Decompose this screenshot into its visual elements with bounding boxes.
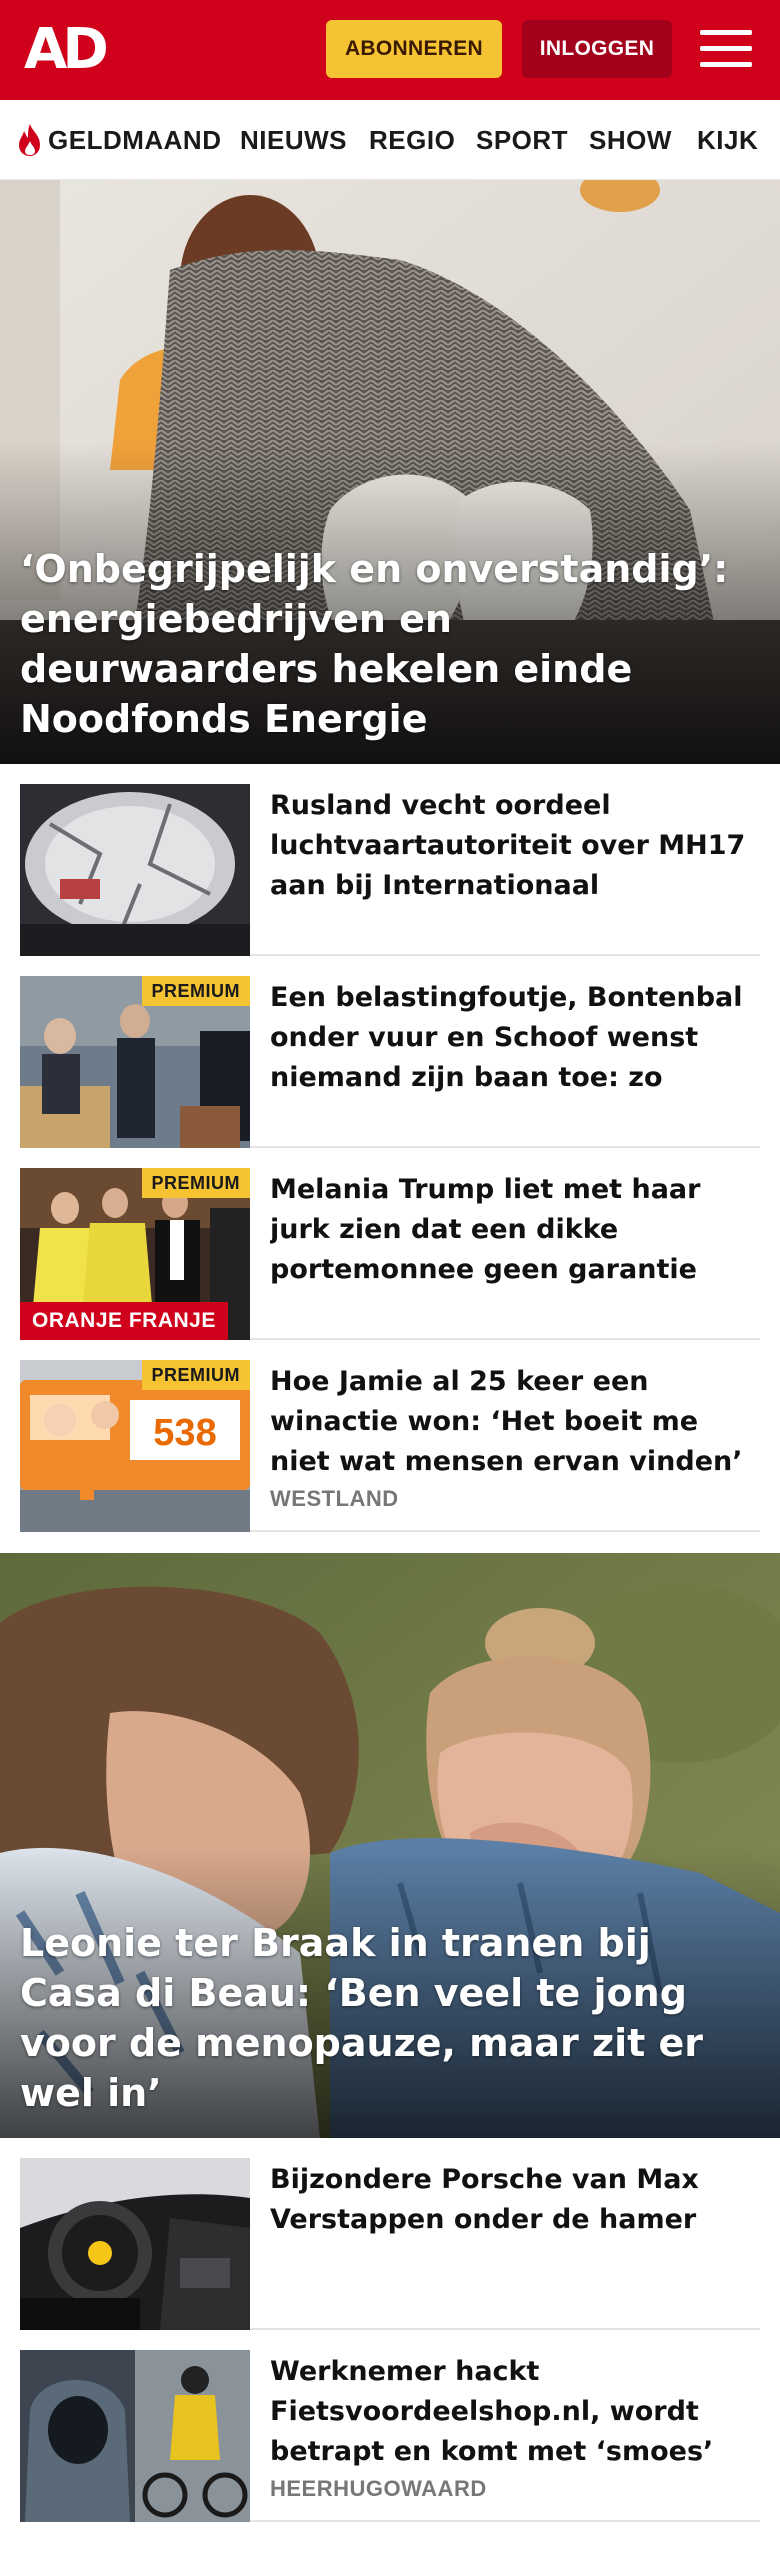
- thumbnail-hacker-cyclist: [20, 2350, 250, 2522]
- list-item[interactable]: PREMIUM Een belastingfoutje, Bontenbal o…: [20, 976, 760, 1148]
- thumbnail-radio-bus: 538 PREMIUM: [20, 1360, 250, 1532]
- nav-item-geldmaand[interactable]: GELDMAAND: [16, 100, 222, 179]
- bus-number-text: 538: [153, 1412, 216, 1454]
- logo-text: AD: [24, 17, 109, 82]
- nav-item-regio[interactable]: REGIO: [369, 100, 455, 179]
- nav-item-nieuws[interactable]: NIEUWS: [240, 100, 347, 179]
- premium-badge: PREMIUM: [141, 1360, 250, 1390]
- nav-item-show[interactable]: SHOW: [589, 100, 672, 179]
- article-title: Hoe Jamie al 25 keer een winactie won: ‘…: [270, 1366, 743, 1477]
- hero-title: Leonie ter Braak in tranen bij Casa di B…: [20, 1921, 704, 2115]
- premium-badge: PREMIUM: [141, 976, 250, 1006]
- article-title: Rusland vecht oordeel luchtvaartautorite…: [270, 790, 746, 901]
- thumbnail-porsche-interior: [20, 2158, 250, 2330]
- nav-item-kijk[interactable]: KIJK: [697, 100, 758, 179]
- list-item[interactable]: Werknemer hackt Fietsvoordeelshop.nl, wo…: [20, 2350, 760, 2522]
- subscribe-button[interactable]: ABONNEREN: [326, 20, 502, 78]
- list-item[interactable]: Rusland vecht oordeel luchtvaartautorite…: [20, 784, 760, 956]
- hero-article-energy[interactable]: ‘Onbegrijpelijk en onverstandig’: energi…: [0, 180, 780, 764]
- premium-badge: PREMIUM: [141, 1168, 250, 1198]
- list-item[interactable]: 538 PREMIUM Hoe Jamie al 25 keer een win…: [20, 1360, 760, 1532]
- article-title: Een belastingfoutje, Bontenbal onder vuu…: [270, 982, 743, 1093]
- list-item[interactable]: PREMIUM ORANJE FRANJE Melania Trump liet…: [20, 1168, 760, 1340]
- top-header: AD ABONNEREN INLOGGEN: [0, 0, 780, 100]
- ad-logo[interactable]: AD: [24, 17, 109, 82]
- article-title: Bijzondere Porsche van Max Verstappen on…: [270, 2164, 699, 2235]
- thumbnail-melania-dress: PREMIUM ORANJE FRANJE: [20, 1168, 250, 1340]
- hamburger-menu-icon[interactable]: [700, 26, 752, 72]
- thumbnail-mh17-wreck: [20, 784, 250, 956]
- article-title: Werknemer hackt Fietsvoordeelshop.nl, wo…: [270, 2356, 714, 2467]
- location-label: WESTLAND: [270, 1486, 399, 1511]
- flame-icon: [19, 124, 40, 156]
- list-item[interactable]: Bijzondere Porsche van Max Verstappen on…: [20, 2158, 760, 2330]
- nav-label: GELDMAAND: [48, 124, 222, 155]
- login-button[interactable]: INLOGGEN: [522, 20, 672, 78]
- category-tag: ORANJE FRANJE: [20, 1302, 228, 1340]
- article-title: Melania Trump liet met haar jurk zien da…: [270, 1174, 701, 1285]
- location-label: HEERHUGOWAARD: [270, 2476, 487, 2501]
- hero-title: ‘Onbegrijpelijk en onverstandig’: energi…: [20, 547, 729, 741]
- hero-article-casa-di-beau[interactable]: Leonie ter Braak in tranen bij Casa di B…: [0, 1553, 780, 2138]
- section-nav: GELDMAAND NIEUWS REGIO SPORT SHOW KIJK: [0, 100, 780, 180]
- nav-item-sport[interactable]: SPORT: [476, 100, 568, 179]
- thumbnail-parliament: PREMIUM: [20, 976, 250, 1148]
